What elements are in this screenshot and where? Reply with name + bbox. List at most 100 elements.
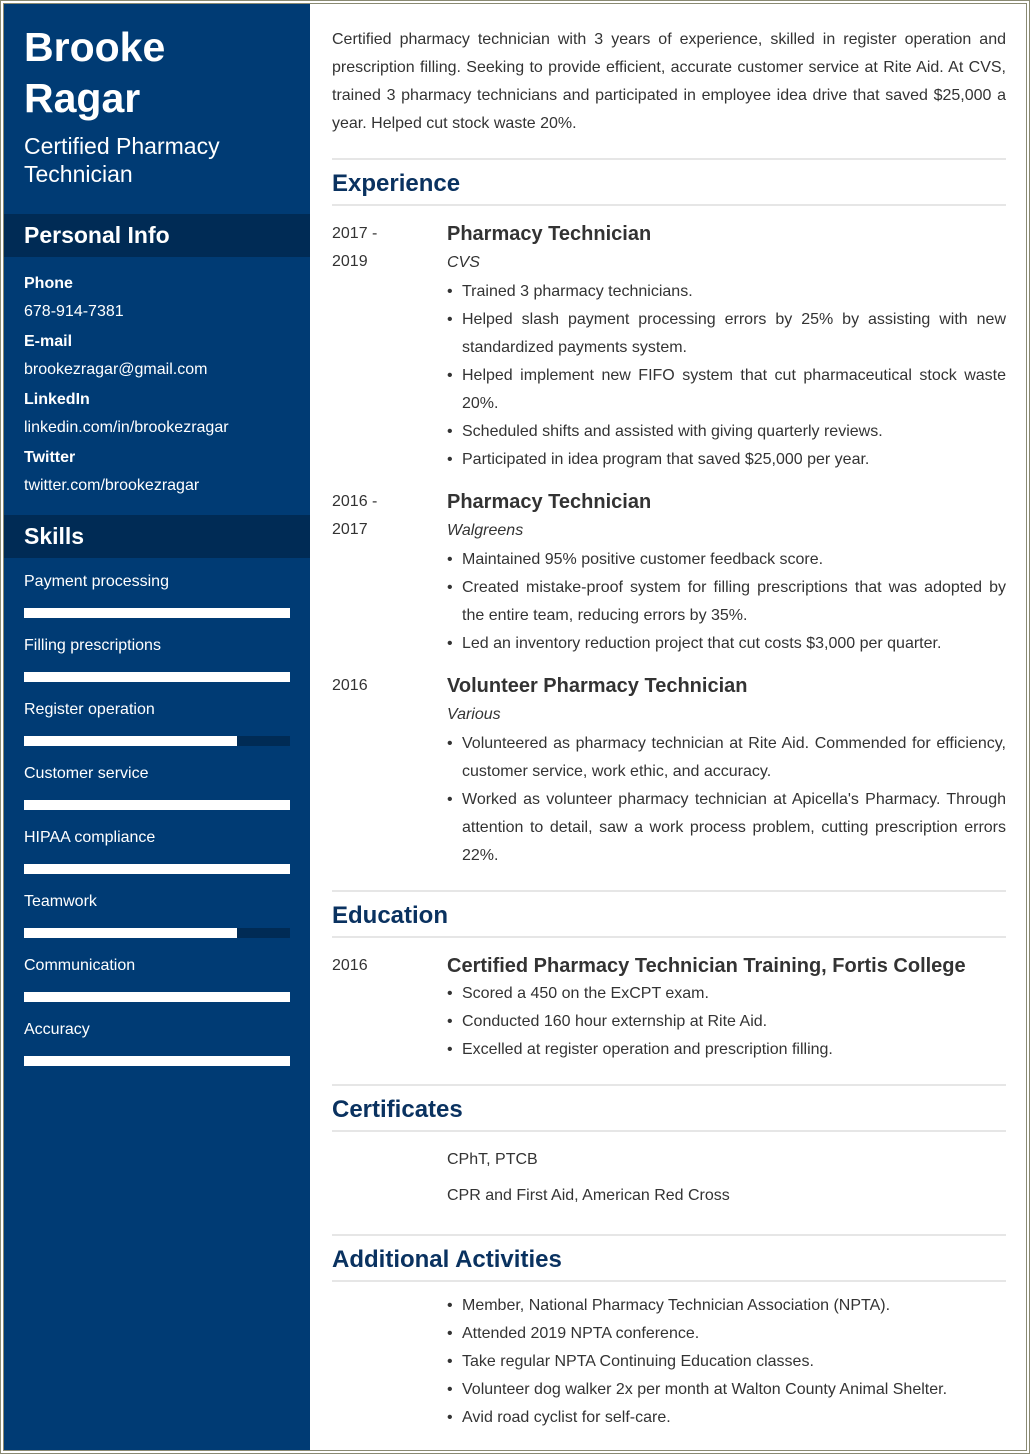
skill-item: Communication: [24, 954, 290, 1018]
skill-item: Teamwork: [24, 890, 290, 954]
activities-section: Additional Activities Member, National P…: [332, 1236, 1006, 1452]
skill-level-segment: [24, 736, 78, 746]
education-bullets: Scored a 450 on the ExCPT exam. Conducte…: [447, 980, 1006, 1064]
info-label: Twitter: [24, 449, 76, 466]
skill-level-segment: [24, 864, 78, 874]
date-end: 2019: [332, 253, 368, 270]
phone-value[interactable]: 678-914-7381: [24, 301, 290, 323]
skill-level-segment: [130, 736, 184, 746]
skill-level-segment: [24, 928, 78, 938]
date-start: 2016: [332, 677, 368, 694]
bullet: Helped implement new FIFO system that cu…: [447, 362, 1006, 418]
skill-item: Register operation: [24, 698, 290, 762]
experience-entry: 2016 - 2017 Pharmacy Technician Walgreen…: [332, 488, 1006, 658]
skill-level-segment: [183, 672, 237, 682]
personal-info-list: Phone 678-914-7381 E-mail brookezragar@g…: [4, 257, 310, 515]
skill-level-segment: [130, 800, 184, 810]
skill-item: Accuracy: [24, 1018, 290, 1082]
education-date: 2016: [332, 957, 368, 974]
skill-level-segment: [183, 864, 237, 874]
skill-level-bar: [24, 672, 290, 682]
skill-label: HIPAA compliance: [24, 829, 156, 846]
experience-date: 2017 - 2019: [332, 220, 447, 474]
experience-bullets: Volunteered as pharmacy technician at Ri…: [447, 730, 1006, 870]
skill-level-bar: [24, 608, 290, 618]
skill-label: Customer service: [24, 765, 149, 782]
company-name: Various: [447, 706, 501, 723]
bullet: Scored a 450 on the ExCPT exam.: [447, 980, 1006, 1008]
date-start: 2016 -: [332, 493, 378, 510]
skill-level-segment: [183, 1056, 237, 1066]
candidate-name: Brooke Ragar: [4, 4, 310, 124]
skill-level-segment: [130, 992, 184, 1002]
info-label: Phone: [24, 275, 73, 292]
skill-level-bar: [24, 928, 290, 938]
info-label: E-mail: [24, 333, 73, 350]
email-value[interactable]: brookezragar@gmail.com: [24, 359, 290, 381]
skill-level-bar: [24, 800, 290, 810]
skill-level-segment: [130, 864, 184, 874]
bullet: Excelled at register operation and presc…: [447, 1036, 1006, 1064]
skill-level-segment: [183, 608, 237, 618]
certificates-list: CPhT, PTCB CPR and First Aid, American R…: [447, 1132, 1006, 1214]
skill-label: Communication: [24, 957, 136, 974]
skill-level-segment: [130, 928, 184, 938]
skill-level-bar: [24, 736, 290, 746]
resume-page: Brooke Ragar Certified Pharmacy Technici…: [4, 4, 1026, 1450]
job-title: Pharmacy Technician: [447, 223, 652, 245]
skill-level-segment: [24, 672, 78, 682]
activities-heading: Additional Activities: [332, 1236, 1006, 1282]
skill-label: Accuracy: [24, 1021, 90, 1038]
bullet: Conducted 160 hour externship at Rite Ai…: [447, 1008, 1006, 1036]
skill-level-segment: [77, 928, 131, 938]
bullet: Scheduled shifts and assisted with givin…: [447, 418, 1006, 446]
last-name: Ragar: [24, 75, 141, 121]
company-name: CVS: [447, 254, 480, 271]
date-end: 2017: [332, 521, 368, 538]
company-name: Walgreens: [447, 522, 524, 539]
bullet: Led an inventory reduction project that …: [447, 630, 1006, 658]
twitter-value[interactable]: twitter.com/brookezragar: [24, 475, 290, 497]
activity-item: Member, National Pharmacy Technician Ass…: [447, 1292, 1006, 1320]
skill-label: Filling prescriptions: [24, 637, 161, 654]
experience-entry: 2016 Volunteer Pharmacy Technician Vario…: [332, 672, 1006, 870]
skill-level-segment: [77, 672, 131, 682]
skill-level-segment: [24, 608, 78, 618]
bullet: Helped slash payment processing errors b…: [447, 306, 1006, 362]
experience-entry: 2017 - 2019 Pharmacy Technician CVS Trai…: [332, 220, 1006, 474]
job-title: Pharmacy Technician: [447, 491, 652, 513]
skill-level-segment: [183, 928, 237, 938]
skill-level-segment: [77, 864, 131, 874]
date-start: 2017 -: [332, 225, 378, 242]
skill-level-segment: [236, 800, 290, 810]
experience-body: Pharmacy Technician CVS Trained 3 pharma…: [447, 220, 1006, 474]
bullet: Trained 3 pharmacy technicians.: [447, 278, 1006, 306]
linkedin-value[interactable]: linkedin.com/in/brookezragar: [24, 417, 290, 439]
skill-level-bar: [24, 992, 290, 1002]
experience-body: Volunteer Pharmacy Technician Various Vo…: [447, 672, 1006, 870]
experience-section: Experience 2017 - 2019 Pharmacy Technici…: [332, 160, 1006, 892]
certificate-item: CPhT, PTCB: [447, 1151, 538, 1168]
info-email: E-mail brookezragar@gmail.com: [24, 331, 290, 381]
education-body: Certified Pharmacy Technician Training, …: [447, 952, 1006, 1064]
skill-level-segment: [77, 608, 131, 618]
skills-heading: Skills: [4, 515, 310, 558]
skill-level-segment: [183, 992, 237, 1002]
activity-item: Volunteer dog walker 2x per month at Wal…: [447, 1376, 1006, 1404]
skill-level-bar: [24, 864, 290, 874]
skill-item: HIPAA compliance: [24, 826, 290, 890]
education-section: Education 2016 Certified Pharmacy Techni…: [332, 892, 1006, 1086]
skill-level-segment: [130, 672, 184, 682]
skill-item: Payment processing: [24, 570, 290, 634]
skill-level-segment: [77, 992, 131, 1002]
bullet: Volunteered as pharmacy technician at Ri…: [447, 730, 1006, 786]
experience-date: 2016: [332, 672, 447, 870]
experience-bullets: Trained 3 pharmacy technicians.Helped sl…: [447, 278, 1006, 474]
info-phone: Phone 678-914-7381: [24, 273, 290, 323]
skill-level-segment: [236, 928, 290, 938]
skill-level-bar: [24, 1056, 290, 1066]
skill-level-segment: [236, 608, 290, 618]
activity-item: Take regular NPTA Continuing Education c…: [447, 1348, 1006, 1376]
skill-level-segment: [236, 992, 290, 1002]
skill-level-segment: [236, 864, 290, 874]
